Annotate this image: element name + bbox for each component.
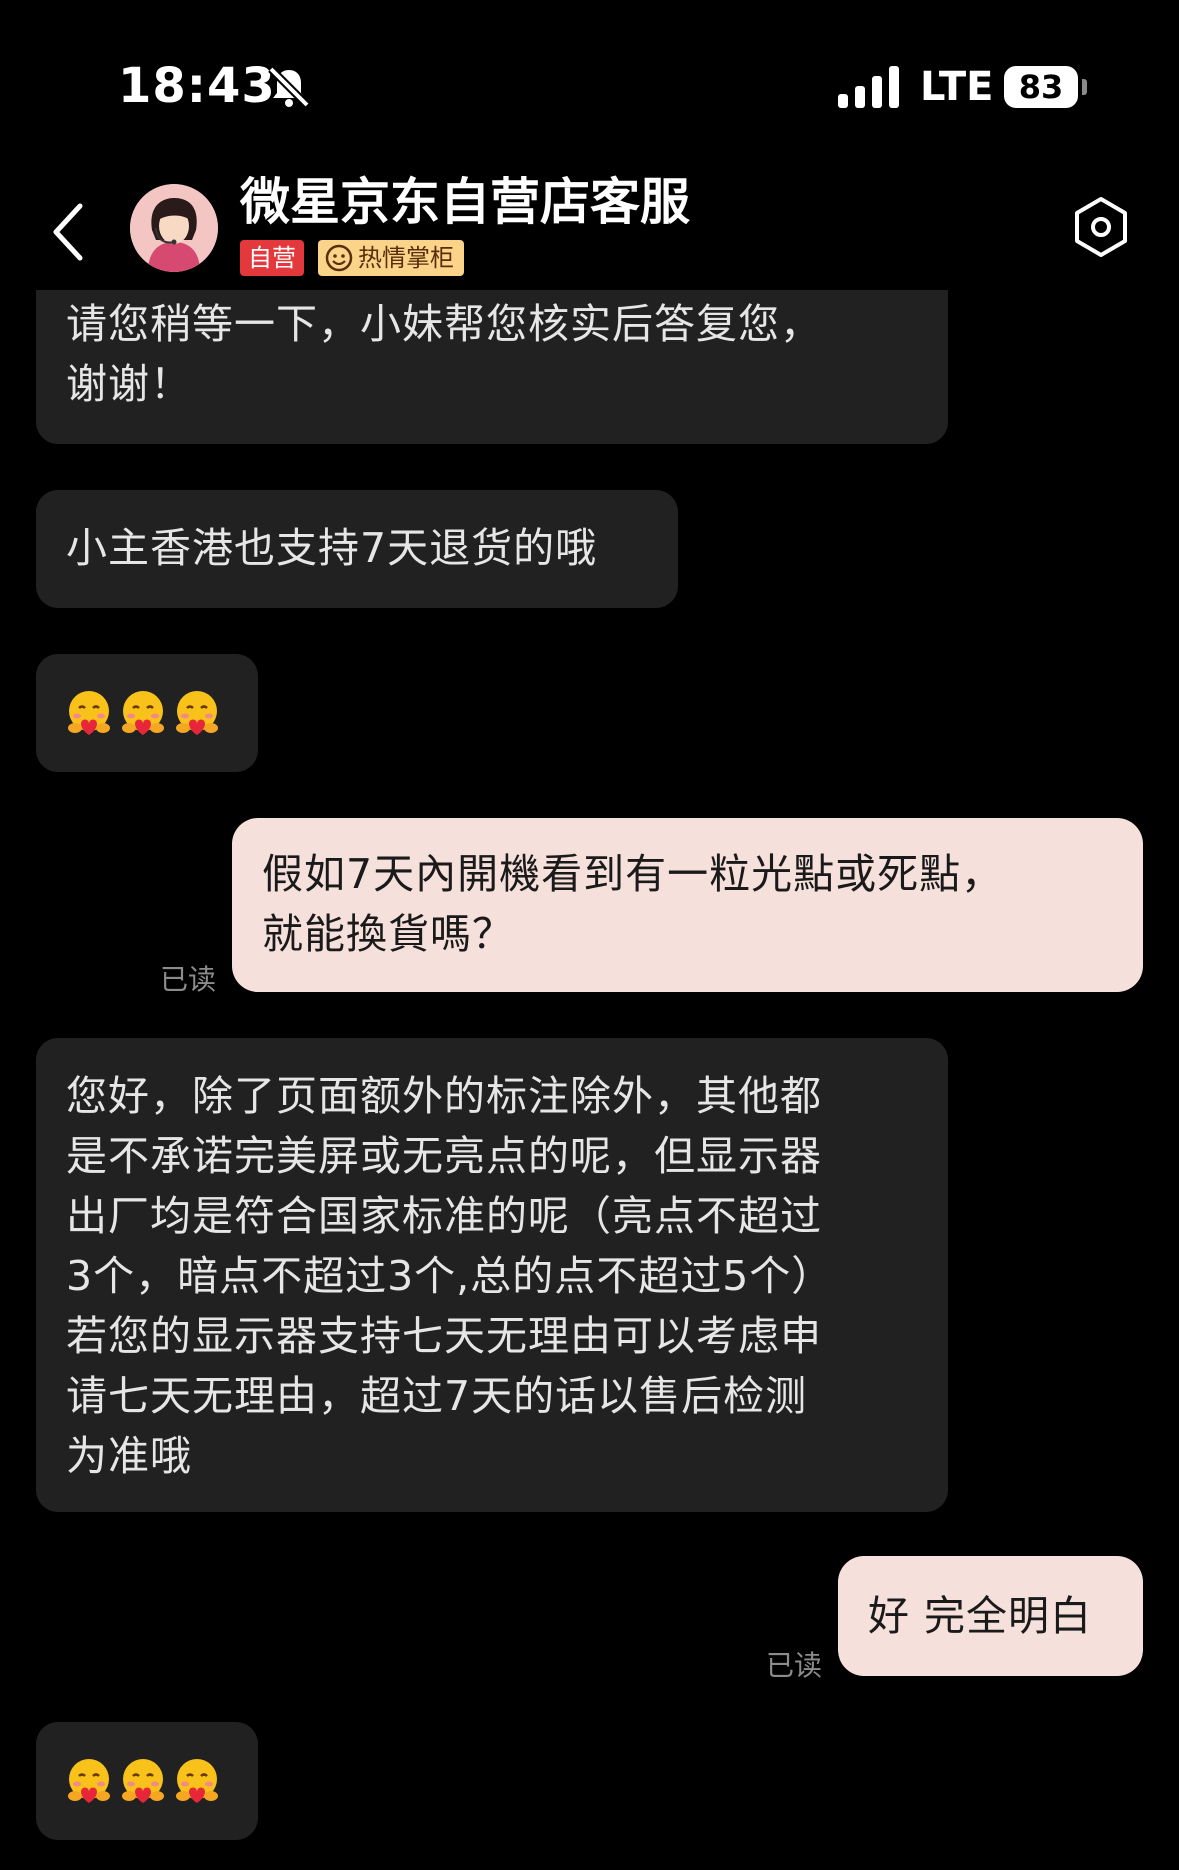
message-line: 就能換貨嗎？ [262, 910, 514, 958]
warm-shopkeeper-badge: 热情掌柜 [318, 240, 464, 276]
message-bubble-incoming[interactable]: 您好，除了页面额外的标注除外，其他都 是不承诺完美屏或无亮点的呢，但显示器 出厂… [36, 1038, 948, 1512]
page-title: 微星京东自营店客服 [240, 173, 690, 231]
message-line: 请七天无理由，超过7天的话以售后检测 [66, 1372, 808, 1420]
message-line: 是不承诺完美屏或无亮点的呢，但显示器 [66, 1132, 822, 1180]
bell-muted-icon [268, 66, 310, 108]
message-bubble-incoming[interactable]: 请您稍等一下，小妹帮您核实后答复您， 谢谢！ [36, 272, 948, 444]
battery-icon: 83 [1004, 66, 1087, 108]
message-line: 出厂均是符合国家标准的呢（亮点不超过 [66, 1192, 822, 1240]
read-status: 已读 [160, 963, 217, 996]
battery-level: 83 [1004, 66, 1078, 108]
message-line: 3个，暗点不超过3个,总的点不超过5个） [66, 1252, 834, 1300]
hugging-face-emoji-icon [176, 1759, 218, 1803]
avatar[interactable] [130, 184, 218, 272]
smile-face-icon [325, 244, 353, 272]
back-chevron-icon[interactable] [50, 200, 86, 264]
message-bubble-incoming-emoji[interactable] [36, 654, 258, 772]
message-line: 为准哦 [66, 1432, 192, 1480]
message-bubble-outgoing[interactable]: 好 完全明白 [838, 1556, 1143, 1676]
status-bar: 18:43 LTE 83 [0, 0, 1179, 150]
agent-avatar-icon [130, 184, 218, 272]
read-status: 已读 [766, 1649, 823, 1682]
message-line: 谢谢！ [66, 360, 192, 408]
hugging-face-emoji-icon [68, 691, 110, 735]
chat-header: 微星京东自营店客服 自营 热情掌柜 [0, 150, 1179, 290]
badge-label: 热情掌柜 [358, 244, 454, 272]
message-line: 您好，除了页面额外的标注除外，其他都 [66, 1072, 822, 1120]
status-time: 18:43 [118, 58, 276, 114]
self-operated-badge: 自营 [240, 240, 304, 276]
message-bubble-outgoing[interactable]: 假如7天內開機看到有一粒光點或死點， 就能換貨嗎？ [232, 818, 1143, 992]
settings-hexagon-icon[interactable] [1068, 194, 1134, 260]
message-line: 假如7天內開機看到有一粒光點或死點， [262, 850, 1004, 898]
message-bubble-incoming-emoji[interactable] [36, 1722, 258, 1840]
hugging-face-emoji-icon [122, 1759, 164, 1803]
message-line: 小主香港也支持7天退货的哦 [66, 524, 598, 572]
network-type: LTE [920, 64, 994, 110]
hugging-face-emoji-icon [176, 691, 218, 735]
hugging-face-emoji-icon [122, 691, 164, 735]
message-bubble-incoming[interactable]: 小主香港也支持7天退货的哦 [36, 490, 678, 608]
message-line: 好 完全明白 [868, 1592, 1093, 1640]
message-line: 若您的显示器支持七天无理由可以考虑申 [66, 1312, 822, 1360]
cellular-signal-icon [838, 66, 899, 108]
message-line: 请您稍等一下，小妹帮您核实后答复您， [66, 300, 822, 348]
hugging-face-emoji-icon [68, 1759, 110, 1803]
